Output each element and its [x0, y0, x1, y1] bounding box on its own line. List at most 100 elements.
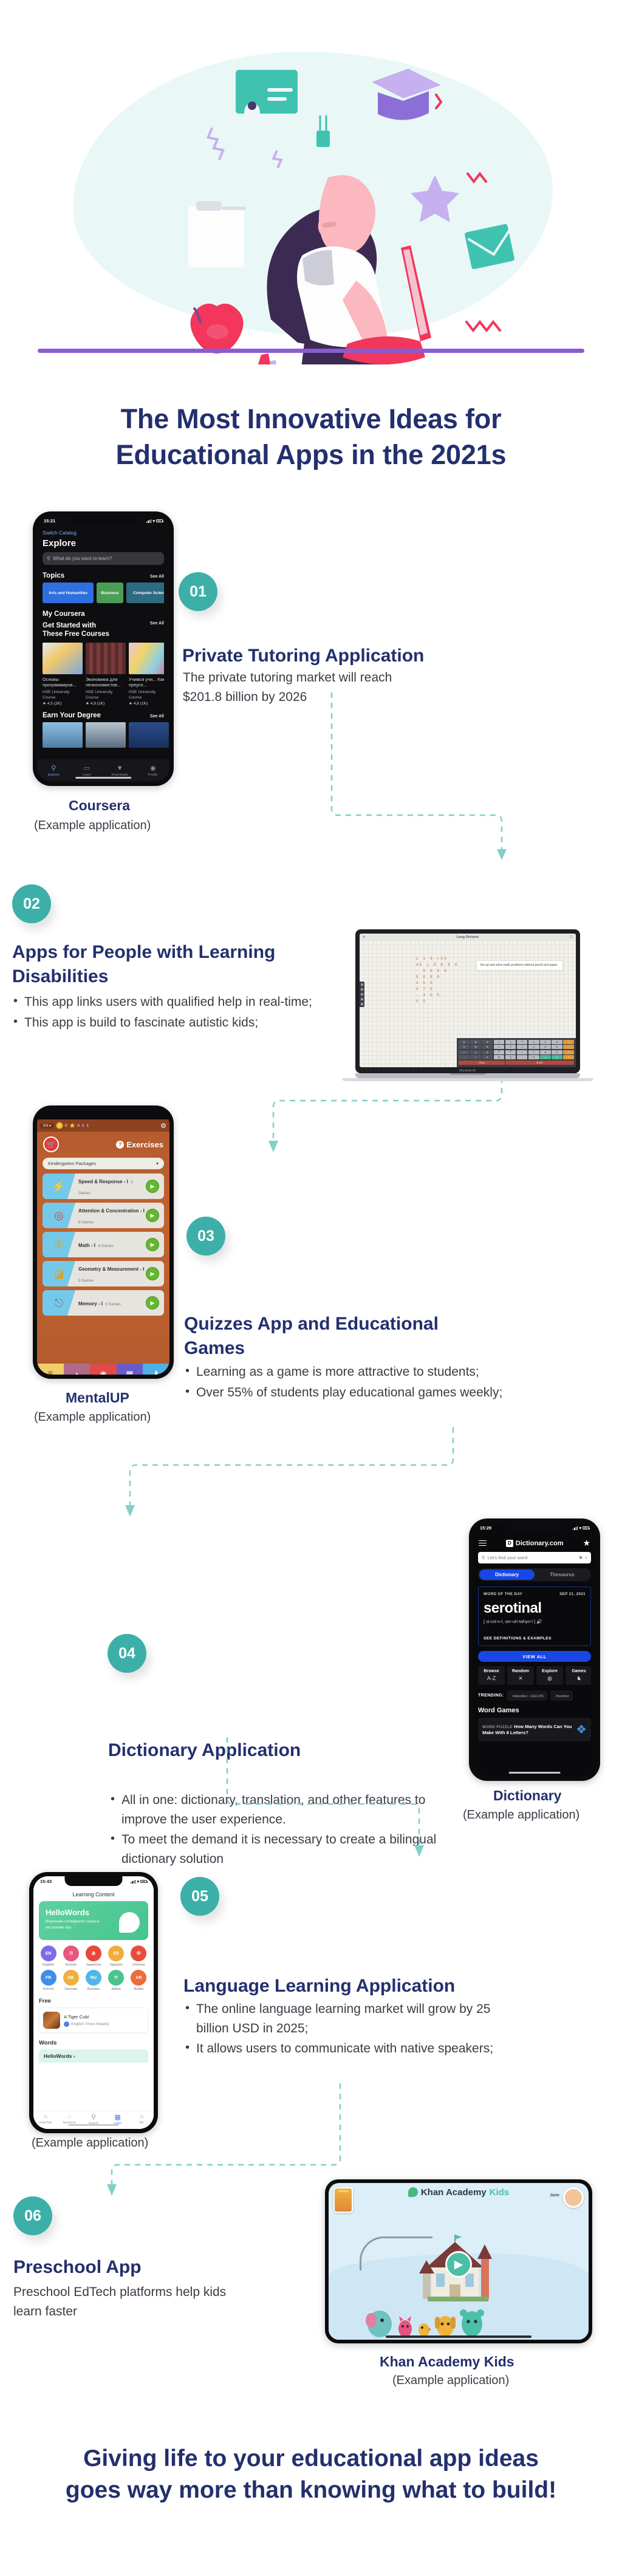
key[interactable]: ∴	[459, 1055, 470, 1059]
key[interactable]: 1	[528, 1039, 539, 1044]
key[interactable]: 9	[552, 1050, 562, 1054]
avatar[interactable]	[563, 2187, 584, 2208]
tab-dictionary[interactable]: Dictionary	[479, 1570, 535, 1580]
language-item[interactable]: RU Russian	[83, 1970, 104, 1991]
trending-item[interactable]: videodisc +1111.6%	[507, 1690, 547, 1701]
play-button[interactable]: ▶	[146, 1180, 159, 1193]
key[interactable]: ≠	[470, 1050, 481, 1054]
see-definitions-link[interactable]: SEE DEFINITIONS & EXAMPLES	[484, 1636, 586, 1641]
language-selector[interactable]: EN ▾	[40, 1122, 55, 1129]
tab-thesaurus[interactable]: Thesaurus	[535, 1570, 590, 1580]
key[interactable]: 4	[528, 1045, 539, 1049]
key[interactable]: ∛	[505, 1050, 516, 1054]
view-all-button[interactable]: VIEW ALL	[478, 1651, 591, 1662]
switch-catalog-link[interactable]: Switch Catalog	[43, 530, 164, 536]
tab-profile[interactable]: ◉ Profile	[137, 764, 170, 777]
tab-learn[interactable]: ▦ Learn	[106, 2111, 130, 2129]
speaker-icon[interactable]: 🔊	[536, 1619, 542, 1624]
free-courses-see-all[interactable]: See All	[150, 621, 164, 626]
topic-chip[interactable]: Computer Science	[126, 583, 164, 603]
exercise-card[interactable]: ⚡ Speed & Response - I 5 Games ▶	[43, 1174, 164, 1199]
hamburger-menu-icon[interactable]	[479, 1539, 487, 1548]
language-item[interactable]: AR Arabic	[128, 1970, 149, 1991]
key[interactable]: ∝	[516, 1039, 528, 1044]
tab-downloads[interactable]: ▼ Downloads	[103, 765, 137, 777]
exercise-card[interactable]: ◎ Attention & Concentration - I 8 Games …	[43, 1203, 164, 1228]
trophy-icon[interactable]: ♛	[37, 1364, 64, 1375]
key[interactable]: $	[470, 1039, 481, 1044]
course-card[interactable]: Учимся учи... Как преусп... HSE Universi…	[129, 642, 164, 706]
tab-hellotalk[interactable]: ○ HelloTalk	[33, 2111, 58, 2129]
language-item[interactable]: ES Spanish	[106, 1946, 127, 1967]
key[interactable]: ×	[563, 1050, 574, 1054]
key[interactable]: −	[563, 1045, 574, 1049]
exercise-card[interactable]: ① Math - I 8 Games ▶	[43, 1232, 164, 1257]
word-puzzle-card[interactable]: WORD PUZZLE How Many Words Can You Make …	[478, 1718, 591, 1741]
key[interactable]: .	[516, 1055, 528, 1059]
exercise-card[interactable]: ◪ Geometry & Measurement - I 5 Games ▶	[43, 1261, 164, 1286]
word-of-the-day-card[interactable]: WORD OF THE DAY SEP 21, 2021 serotinal […	[478, 1587, 591, 1646]
key[interactable]: >	[505, 1045, 516, 1049]
key[interactable]: )	[505, 1039, 516, 1044]
cart-icon[interactable]: 🛒	[43, 1136, 59, 1152]
expand-icon[interactable]: ☐	[570, 935, 573, 939]
key[interactable]: ∜	[493, 1050, 505, 1054]
course-card[interactable]: Экономика для неэкономистов... HSE Unive…	[86, 642, 126, 706]
key[interactable]: (	[493, 1039, 505, 1044]
key[interactable]: 5	[540, 1045, 551, 1049]
key[interactable]: 3	[552, 1039, 562, 1044]
library-button[interactable]: Library	[333, 2187, 353, 2213]
key[interactable]: ¥	[482, 1045, 493, 1049]
quick-link-games[interactable]: Games ♞	[566, 1666, 591, 1685]
package-select[interactable]: Kindergarten Packages ▾	[43, 1158, 164, 1169]
language-item[interactable]: DE German	[60, 1970, 81, 1991]
hellowords-banner[interactable]: HelloWords Изучение словарного запаса на…	[39, 1901, 148, 1940]
play-button[interactable]: ▶	[146, 1238, 159, 1251]
shuffle-icon[interactable]: ✖	[579, 1555, 583, 1560]
play-button[interactable]: ▶	[146, 1209, 159, 1222]
tab-learn[interactable]: ▭ Learn	[70, 764, 104, 777]
key[interactable]: 6	[552, 1045, 562, 1049]
degree-thumbnail[interactable]	[129, 722, 169, 748]
key[interactable]: €	[482, 1039, 493, 1044]
close-icon[interactable]: ✕	[363, 935, 366, 939]
topic-chip[interactable]: Arts and Humanities	[43, 583, 94, 603]
quick-link-random[interactable]: Random ✕	[507, 1666, 534, 1685]
key[interactable]: £	[482, 1050, 493, 1054]
play-button[interactable]: ▶	[146, 1267, 159, 1280]
help-icon[interactable]: ?	[116, 1140, 125, 1149]
key[interactable]: ∑	[505, 1055, 516, 1059]
key[interactable]: +	[563, 1039, 574, 1044]
exercise-card[interactable]: ⎋ Memory - I 6 Games ▶	[43, 1290, 164, 1316]
games-icon[interactable]: ◉	[90, 1364, 117, 1375]
tab-moments[interactable]: ◌ Moments	[58, 2111, 82, 2129]
quick-link-explore[interactable]: Explore ◍	[536, 1666, 563, 1685]
language-item[interactable]: FR French	[38, 1970, 59, 1991]
key[interactable]: =	[540, 1055, 551, 1059]
key[interactable]: ↵	[552, 1055, 562, 1059]
key[interactable]: π	[459, 1045, 470, 1049]
trending-item[interactable]: rhomber	[550, 1690, 573, 1701]
key[interactable]: √	[516, 1045, 528, 1049]
ranking-icon[interactable]: ▲	[63, 1364, 91, 1375]
key[interactable]: ÷	[563, 1055, 574, 1059]
topics-see-all[interactable]: See All	[150, 575, 164, 579]
play-button[interactable]: ▶	[445, 2251, 472, 2278]
key[interactable]: 0	[528, 1055, 539, 1059]
key[interactable]: 2	[540, 1039, 551, 1044]
modmath-math-keyboard[interactable]: Σ $ € ( ) ∝ 1 2 3 + π % ¥ < > √ 4 5 6 − …	[457, 1037, 576, 1067]
gear-icon[interactable]: ⚙	[160, 1122, 166, 1130]
key[interactable]: ÷	[516, 1050, 528, 1054]
key[interactable]: ¢	[482, 1055, 493, 1059]
favorites-star-icon[interactable]: ★	[583, 1538, 590, 1548]
clear-key[interactable]: Clear	[459, 1060, 505, 1065]
language-item[interactable]: EN English	[38, 1946, 59, 1967]
course-card[interactable]: Основы программиров... HSE University Co…	[43, 642, 83, 706]
language-item[interactable]: IT Italian	[106, 1970, 127, 1991]
language-item[interactable]: あ Japanese	[83, 1946, 104, 1967]
degree-see-all[interactable]: See All	[150, 714, 164, 719]
modmath-toolbar[interactable]	[360, 982, 364, 1008]
key[interactable]: ∏	[493, 1055, 505, 1059]
dictionary-search-input[interactable]: ⚲ Let's find your word ✖ ▿	[478, 1552, 591, 1563]
language-item[interactable]: 가 Korean	[60, 1946, 81, 1967]
